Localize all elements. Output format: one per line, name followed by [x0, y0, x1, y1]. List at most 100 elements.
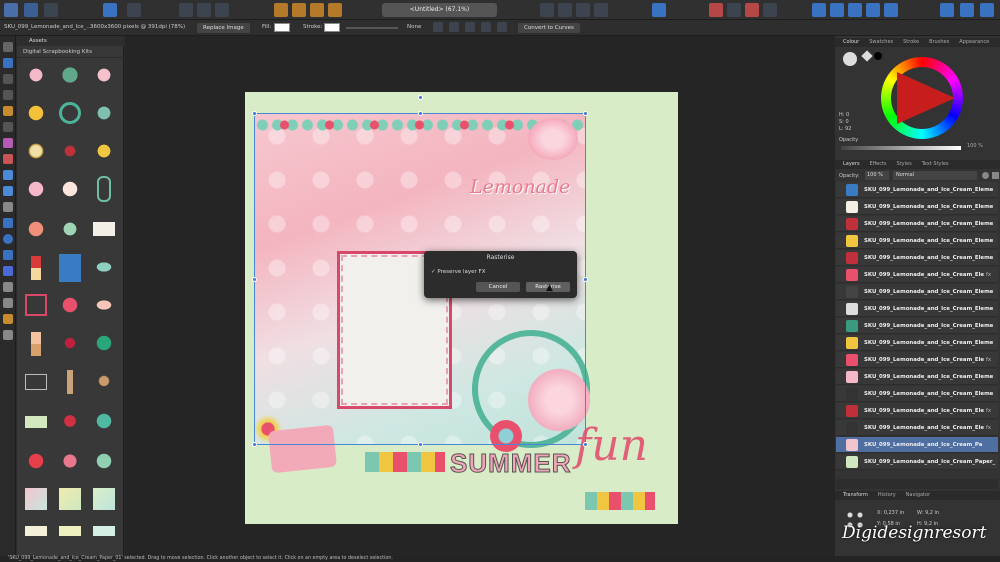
- boolean-subtract-icon[interactable]: [830, 3, 844, 17]
- rectangle-tool-icon[interactable]: [3, 218, 13, 228]
- asset-red-flower[interactable]: [59, 140, 81, 162]
- layer-fx-icon[interactable]: fx: [986, 352, 991, 368]
- handle-bottom-right[interactable]: [583, 442, 588, 447]
- layer-opacity-field[interactable]: 100 %: [865, 171, 889, 180]
- tab-transform[interactable]: Transform: [843, 492, 868, 498]
- rotate-left-icon[interactable]: [576, 3, 590, 17]
- layer-settings-icon[interactable]: [982, 172, 989, 179]
- mask-icon[interactable]: [481, 22, 491, 32]
- settings-icon[interactable]: [103, 3, 117, 17]
- w-field[interactable]: 9,2 in: [925, 510, 939, 516]
- transform-icon[interactable]: [449, 22, 459, 32]
- flip-horizontal-icon[interactable]: [540, 3, 554, 17]
- paint-icon[interactable]: [127, 3, 141, 17]
- share-icon[interactable]: [44, 3, 58, 17]
- layer-fx-icon[interactable]: fx: [986, 267, 991, 283]
- asset-tag[interactable]: [93, 222, 115, 236]
- transparency-tool-icon[interactable]: [3, 170, 13, 180]
- pencil-tool-icon[interactable]: [3, 122, 13, 132]
- asset-star-flower[interactable]: [59, 450, 81, 472]
- layer-row[interactable]: SKU_099_Lemonade_and_Ice_Cream_Ele fx: [836, 420, 998, 436]
- layer-row[interactable]: SKU_099_Lemonade_and_Ice_Cream_Pa: [836, 437, 998, 453]
- shape-tool-icon[interactable]: [3, 250, 13, 260]
- ellipse-tool-icon[interactable]: [3, 234, 13, 244]
- handle-top-left[interactable]: [252, 111, 257, 116]
- colour-triangle[interactable]: [897, 72, 955, 124]
- tab-brushes[interactable]: Brushes: [929, 39, 949, 45]
- arrange-back-icon[interactable]: [274, 3, 288, 17]
- grid-icon[interactable]: [727, 3, 741, 17]
- assets-tab[interactable]: Assets: [17, 36, 124, 46]
- tab-stroke[interactable]: Stroke: [903, 39, 919, 45]
- asset-ticket[interactable]: [25, 416, 47, 428]
- fill-swatch[interactable]: [274, 23, 290, 32]
- stroke-colour-swatch[interactable]: [874, 52, 882, 60]
- layer-row[interactable]: SKU_099_Lemonade_and_Ice_Cream_Eleme: [836, 284, 998, 300]
- arrange-backward-icon[interactable]: [292, 3, 306, 17]
- help-icon[interactable]: [980, 3, 994, 17]
- crop-icon[interactable]: [433, 22, 443, 32]
- fill-tool-icon[interactable]: [3, 154, 13, 164]
- designer-persona-icon[interactable]: [24, 3, 38, 17]
- boolean-xor-icon[interactable]: [866, 3, 880, 17]
- layer-fx-icon[interactable]: fx: [986, 403, 991, 419]
- asset-button[interactable]: [59, 294, 81, 316]
- preferences-icon[interactable]: [960, 3, 974, 17]
- stroke-swatch[interactable]: [324, 23, 340, 32]
- asset-paper-5[interactable]: [59, 526, 81, 536]
- rotation-handle[interactable]: [418, 95, 423, 100]
- tab-text-styles[interactable]: Text Styles: [922, 161, 949, 167]
- asset-peony[interactable]: [25, 218, 47, 240]
- corner-tool-icon[interactable]: [3, 90, 13, 100]
- triangle-tool-icon[interactable]: [3, 266, 13, 276]
- document-select[interactable]: <Untitled> (67.1%): [382, 3, 497, 17]
- asset-teapot[interactable]: [93, 102, 115, 124]
- asset-sun[interactable]: [25, 450, 47, 472]
- boolean-add-icon[interactable]: [812, 3, 826, 17]
- layer-row[interactable]: SKU_099_Lemonade_and_Ice_Cream_Eleme: [836, 182, 998, 198]
- asset-sunflower[interactable]: [25, 140, 47, 162]
- replace-image-button[interactable]: Replace Image: [197, 23, 250, 33]
- pen-tool-icon[interactable]: [3, 106, 13, 116]
- asset-ice-cream[interactable]: [31, 332, 41, 356]
- stroke-width-slider[interactable]: [346, 27, 398, 29]
- asset-paper-3[interactable]: [93, 488, 115, 510]
- layer-row[interactable]: SKU_099_Lemonade_and_Ice_Cream_Ele fx: [836, 267, 998, 283]
- rotate-right-icon[interactable]: [594, 3, 608, 17]
- hand-tool-icon[interactable]: [3, 314, 13, 324]
- tab-swatches[interactable]: Swatches: [869, 39, 893, 45]
- flip-vertical-icon[interactable]: [558, 3, 572, 17]
- handle-top[interactable]: [418, 111, 423, 116]
- node-tool-icon[interactable]: [3, 74, 13, 84]
- asset-sprinkles[interactable]: [93, 370, 115, 392]
- align-center-icon[interactable]: [197, 3, 211, 17]
- tab-effects[interactable]: Effects: [870, 161, 887, 167]
- move-tool-icon[interactable]: [3, 42, 13, 52]
- asset-ribbon[interactable]: [93, 298, 115, 312]
- text-tool-icon[interactable]: [3, 282, 13, 292]
- asset-berries[interactable]: [59, 332, 81, 354]
- brush-tool-icon[interactable]: [3, 138, 13, 148]
- frame-text-tool-icon[interactable]: [3, 298, 13, 308]
- x-field[interactable]: 0,237 in: [884, 510, 904, 516]
- layer-row[interactable]: SKU_099_Lemonade_and_Ice_Cream_Eleme: [836, 301, 998, 317]
- rasterise-icon[interactable]: [497, 22, 507, 32]
- preserve-fx-checkbox[interactable]: ✓ Preserve layer FX: [431, 269, 485, 275]
- arrange-front-icon[interactable]: [328, 3, 342, 17]
- asset-frame[interactable]: [25, 294, 47, 316]
- layer-row[interactable]: SKU_099_Lemonade_and_Ice_Cream_Eleme: [836, 318, 998, 334]
- photo-persona-icon[interactable]: [4, 3, 18, 17]
- layer-row[interactable]: SKU_099_Lemonade_and_Ice_Cream_Ele fx: [836, 352, 998, 368]
- asset-yellow-flower[interactable]: [93, 140, 115, 162]
- layer-row[interactable]: SKU_099_Lemonade_and_Ice_Cream_Eleme: [836, 250, 998, 266]
- asset-lemon-slice[interactable]: [93, 260, 115, 274]
- magnet-icon[interactable]: [745, 3, 759, 17]
- artboard-tool-icon[interactable]: [3, 58, 13, 68]
- snapping-icon[interactable]: [709, 3, 723, 17]
- asset-paper-4[interactable]: [25, 526, 47, 536]
- tab-appearance[interactable]: Appearance: [959, 39, 989, 45]
- asset-leaf-flower[interactable]: [59, 64, 81, 86]
- crop-tool-icon[interactable]: [3, 202, 13, 212]
- layer-row[interactable]: SKU_099_Lemonade_and_Ice_Cream_Eleme: [836, 233, 998, 249]
- layer-row[interactable]: SKU_099_Lemonade_and_Ice_Cream_Ele fx: [836, 403, 998, 419]
